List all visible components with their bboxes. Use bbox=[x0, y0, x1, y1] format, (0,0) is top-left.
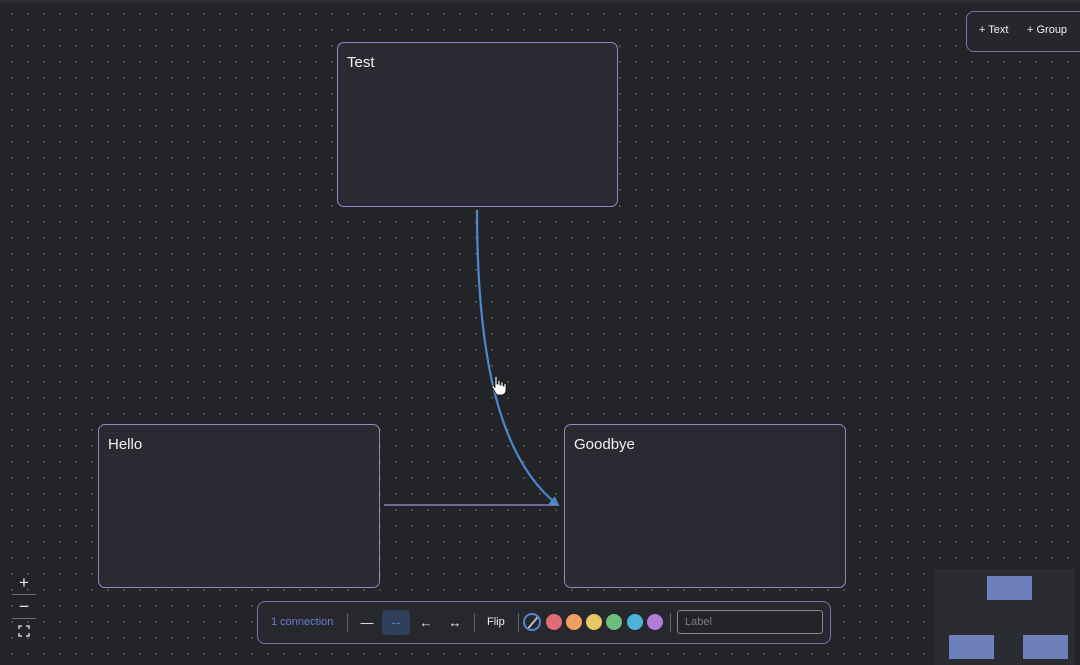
line-style-dashed-button[interactable]: -- bbox=[382, 610, 410, 635]
edge-label-input[interactable] bbox=[677, 610, 823, 634]
node-title: Goodbye bbox=[574, 436, 635, 453]
add-panel: + Text + Group bbox=[966, 11, 1080, 52]
color-purple-swatch[interactable] bbox=[647, 614, 663, 630]
edge-toolbar: 1 connection — -- ← ↔ Flip bbox=[257, 601, 831, 644]
minimap[interactable] bbox=[934, 569, 1075, 665]
node-title: Hello bbox=[108, 436, 143, 453]
node-test[interactable]: Test bbox=[337, 42, 618, 207]
line-style-solid-button[interactable]: — bbox=[353, 610, 381, 635]
add-group-button[interactable]: + Group bbox=[1027, 24, 1067, 36]
divider bbox=[670, 613, 671, 632]
divider bbox=[474, 613, 475, 632]
node-title: Test bbox=[347, 54, 375, 71]
zoom-controls: + − bbox=[12, 571, 36, 643]
node-hello[interactable]: Hello bbox=[98, 424, 380, 588]
window-top-strip bbox=[0, 0, 1080, 3]
flip-button[interactable]: Flip bbox=[487, 616, 505, 628]
color-yellow-swatch[interactable] bbox=[586, 614, 602, 630]
minimap-node-hello bbox=[949, 635, 994, 659]
edge-test-goodbye[interactable] bbox=[475, 209, 560, 507]
fit-view-icon bbox=[18, 625, 30, 637]
hand-cursor-icon bbox=[491, 375, 507, 396]
divider bbox=[518, 613, 519, 632]
color-orange-swatch[interactable] bbox=[566, 614, 582, 630]
color-green-swatch[interactable] bbox=[606, 614, 622, 630]
connection-count: 1 connection bbox=[271, 616, 334, 628]
zoom-out-button[interactable]: − bbox=[12, 595, 36, 619]
divider bbox=[347, 613, 348, 632]
zoom-in-button[interactable]: + bbox=[12, 571, 36, 595]
arrow-back-button[interactable]: ← bbox=[412, 610, 440, 635]
minimap-node-test bbox=[987, 576, 1032, 600]
node-goodbye[interactable]: Goodbye bbox=[564, 424, 846, 588]
color-red-swatch[interactable] bbox=[546, 614, 562, 630]
minimap-node-goodbye bbox=[1023, 635, 1068, 659]
fit-view-button[interactable] bbox=[12, 619, 36, 643]
add-text-button[interactable]: + Text bbox=[979, 24, 1008, 36]
color-none-swatch[interactable] bbox=[523, 613, 541, 631]
color-cyan-swatch[interactable] bbox=[627, 614, 643, 630]
arrow-both-button[interactable]: ↔ bbox=[441, 610, 469, 635]
